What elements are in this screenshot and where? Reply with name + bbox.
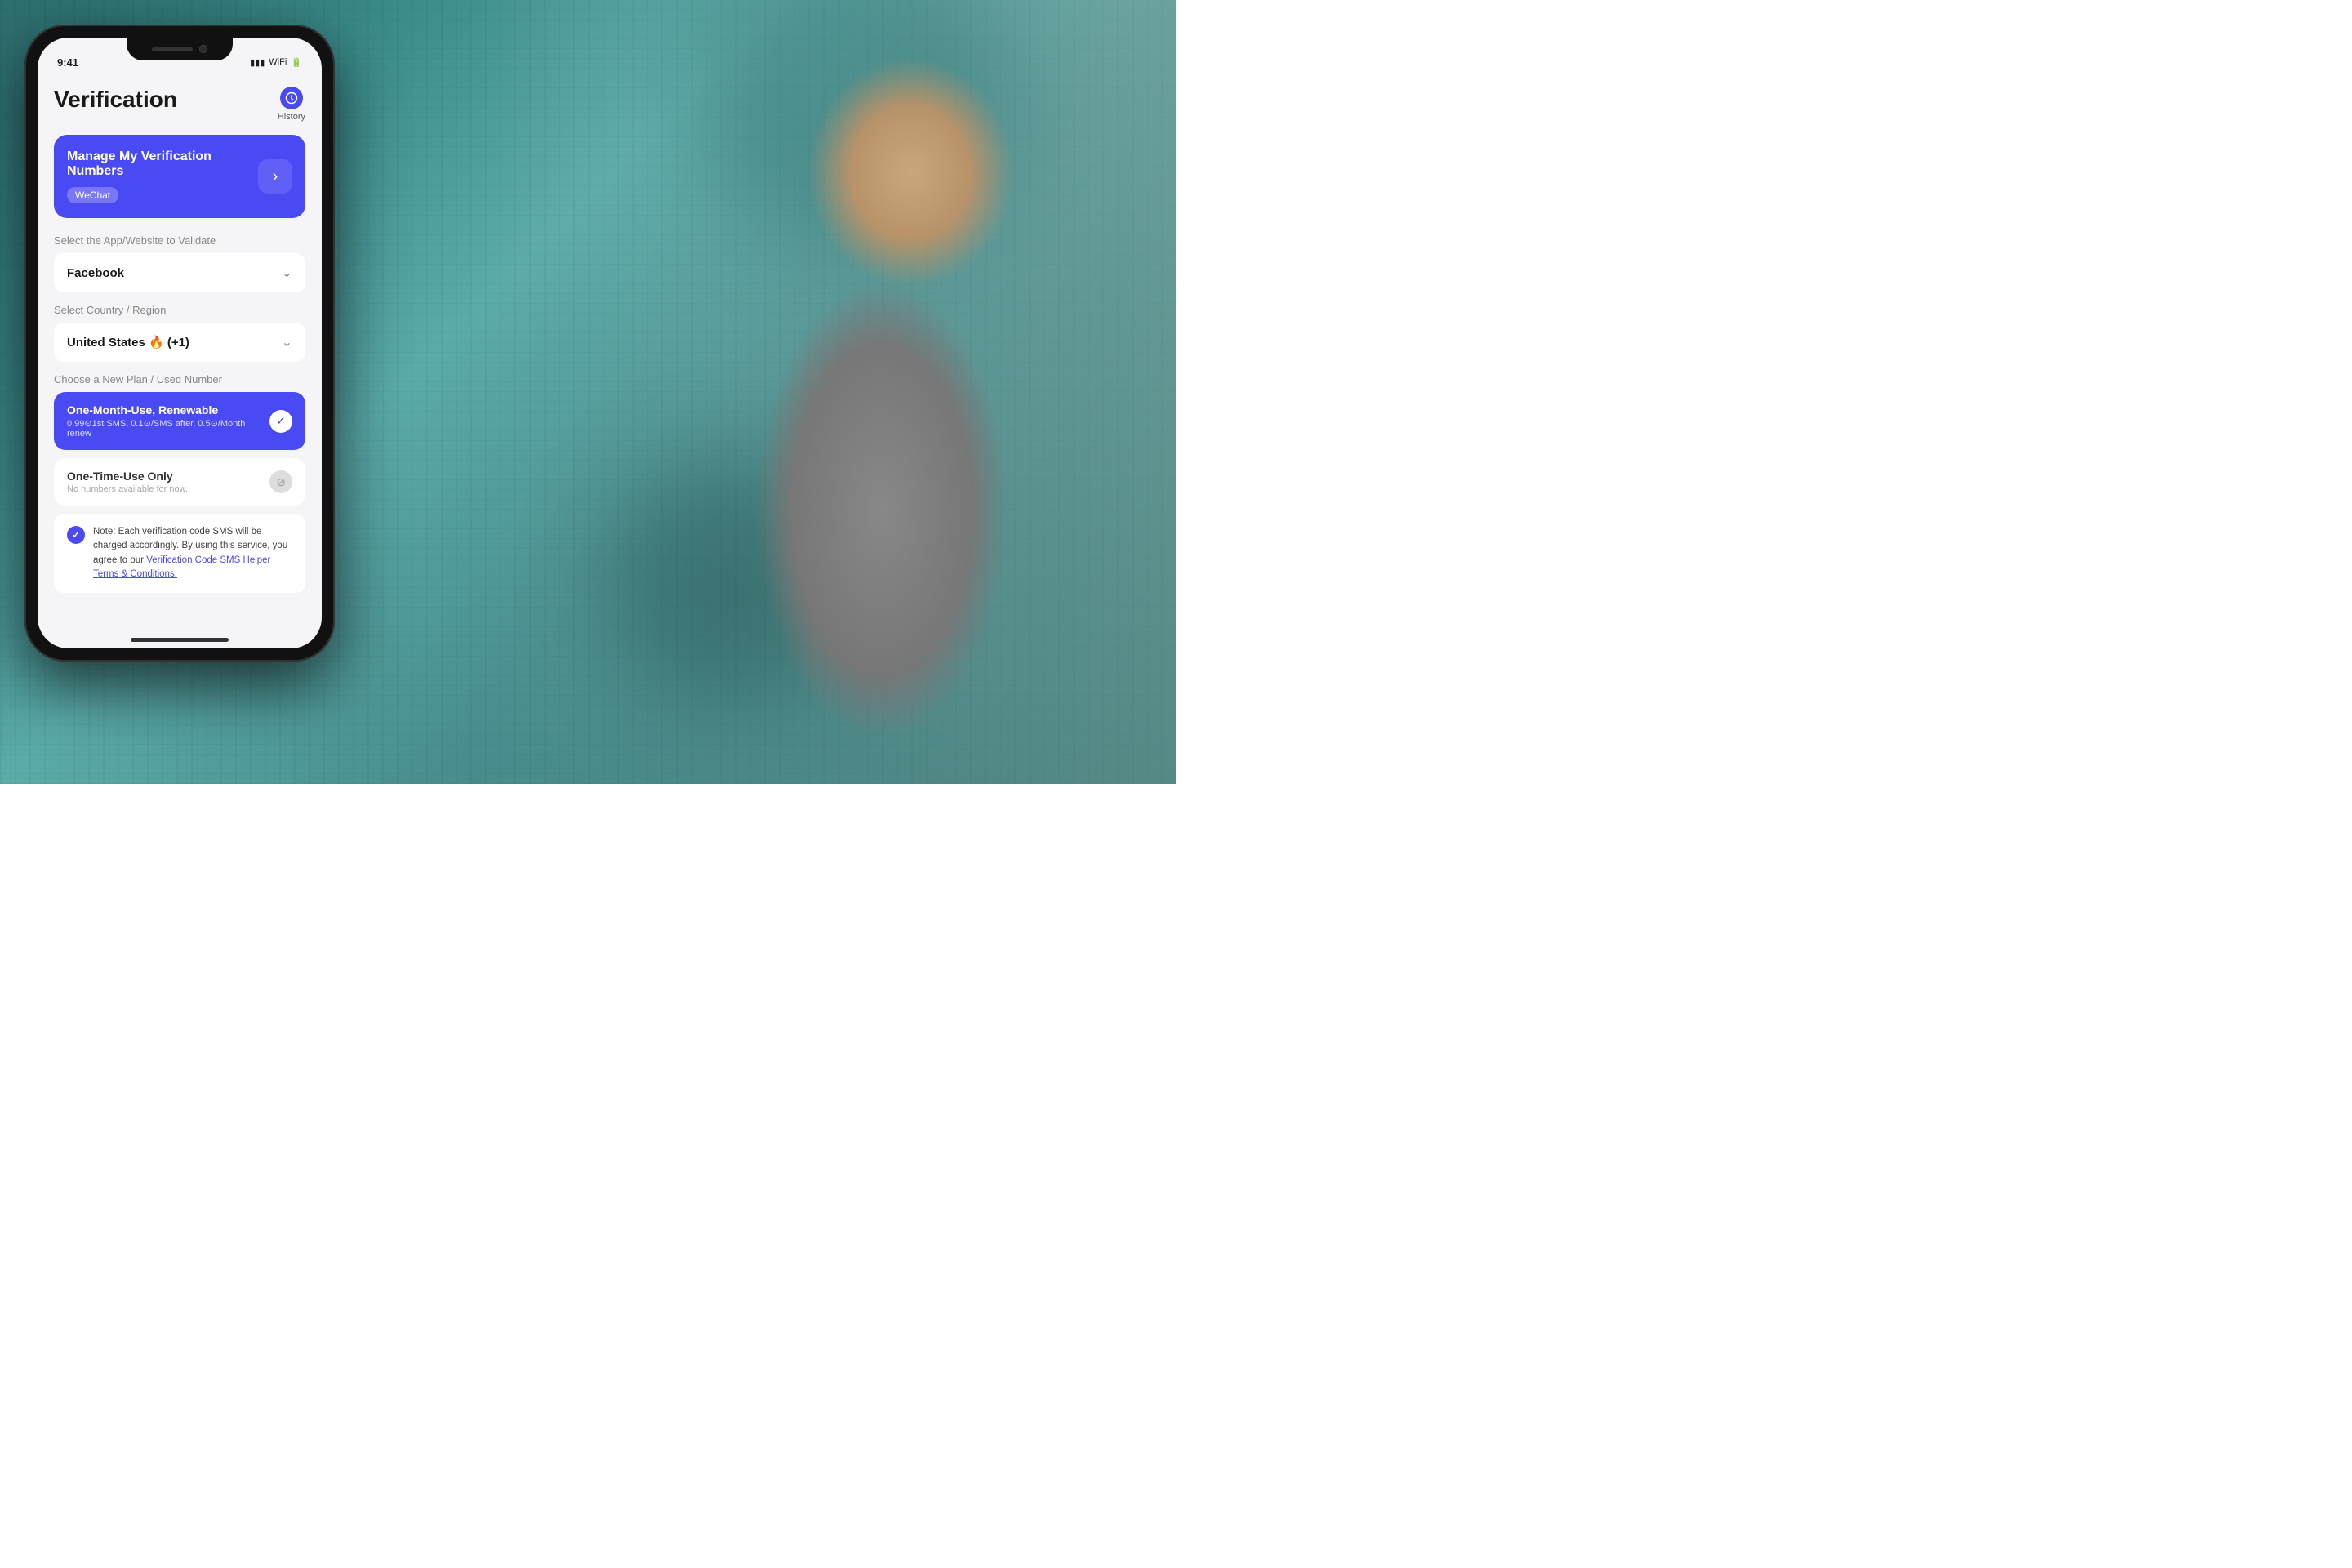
battery-icon: 🔋	[291, 57, 302, 68]
home-indicator	[131, 638, 229, 642]
phone-notch	[127, 38, 233, 60]
phone-screen: 9:41 ▮▮▮ WiFi 🔋 Verification	[38, 38, 322, 648]
plan-one-month-name: One-Month-Use, Renewable	[67, 403, 270, 416]
plan-option-one-month[interactable]: One-Month-Use, Renewable 0.99⊙1st SMS, 0…	[54, 392, 305, 450]
country-dropdown-value: United States 🔥 (+1)	[67, 335, 189, 350]
screen-content: Verification History	[38, 38, 322, 648]
app-dropdown-chevron: ⌄	[282, 265, 292, 281]
background-person	[539, 0, 1111, 784]
manage-card-content: Manage My Verification Numbers WeChat	[67, 149, 258, 203]
note-box: ✓ Note: Each verification code SMS will …	[54, 514, 305, 593]
manage-card-arrow[interactable]: ›	[258, 159, 292, 194]
manage-card-title: Manage My Verification Numbers	[67, 149, 258, 179]
status-time: 9:41	[57, 56, 78, 69]
manage-card[interactable]: Manage My Verification Numbers WeChat ›	[54, 135, 305, 218]
country-dropdown[interactable]: United States 🔥 (+1) ⌄	[54, 323, 305, 362]
plan-one-time-info: One-Time-Use Only No numbers available f…	[67, 470, 188, 494]
plan-one-month-desc: 0.99⊙1st SMS, 0.1⊙/SMS after, 0.5⊙/Month…	[67, 418, 270, 439]
status-icons: ▮▮▮ WiFi 🔋	[250, 57, 302, 68]
plan-one-time-desc: No numbers available for now.	[67, 484, 188, 494]
plan-section-label: Choose a New Plan / Used Number	[54, 373, 305, 385]
screen-header: Verification History	[54, 87, 305, 122]
plan-one-month-check: ✓	[270, 410, 292, 433]
country-dropdown-chevron: ⌄	[282, 334, 292, 350]
app-section-label: Select the App/Website to Validate	[54, 234, 305, 247]
history-icon	[280, 87, 303, 109]
note-text: Note: Each verification code SMS will be…	[93, 525, 292, 581]
wifi-icon: WiFi	[269, 57, 287, 67]
plan-one-month-info: One-Month-Use, Renewable 0.99⊙1st SMS, 0…	[67, 403, 270, 439]
plan-one-time-name: One-Time-Use Only	[67, 470, 188, 483]
history-button[interactable]: History	[278, 87, 305, 122]
phone-camera	[199, 45, 207, 53]
country-section-label: Select Country / Region	[54, 304, 305, 316]
signal-icon: ▮▮▮	[250, 57, 265, 68]
app-dropdown-value: Facebook	[67, 266, 124, 280]
app-dropdown[interactable]: Facebook ⌄	[54, 253, 305, 292]
plan-option-one-time[interactable]: One-Time-Use Only No numbers available f…	[54, 458, 305, 506]
wechat-badge: WeChat	[67, 187, 118, 203]
history-label: History	[278, 112, 305, 122]
phone-mockup: 9:41 ▮▮▮ WiFi 🔋 Verification	[24, 24, 335, 662]
phone-speaker	[152, 47, 193, 51]
note-checkmark-icon: ✓	[67, 526, 85, 544]
plan-one-time-check: ⊘	[270, 470, 292, 493]
page-title: Verification	[54, 87, 177, 113]
arrow-right-icon: ›	[273, 167, 278, 186]
